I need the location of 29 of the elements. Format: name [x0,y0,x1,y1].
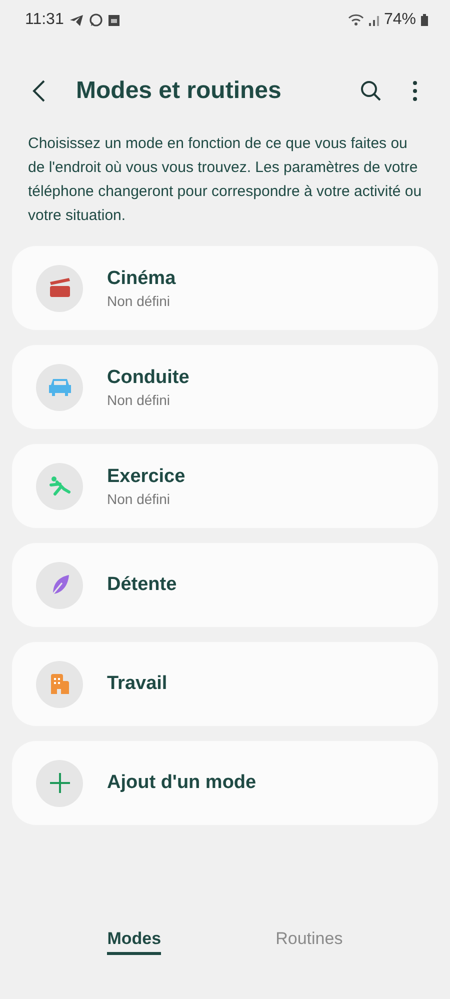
mode-name: Ajout d'un mode [107,772,256,794]
page-title: Modes et routines [76,77,282,105]
mode-card[interactable]: Cinéma Non défini [12,246,438,330]
mode-card[interactable]: Conduite Non défini [12,345,438,429]
bottom-tab[interactable]: Modes [107,929,162,955]
mode-name: Cinéma [107,268,176,290]
chat-bubble-icon [88,13,103,27]
description-text: Choisissez un mode en fonction de ce que vous faites ou de l'endroit où vous vous trouvez. Les paramètres de votre téléphone changeront pour correspondre à votre activité ou votre situation. [28,134,423,226]
calendar-icon [108,14,120,26]
more-options-icon[interactable] [412,80,418,102]
battery-percent: 74% [384,11,416,29]
mode-card[interactable]: Travail [12,642,438,726]
mode-card[interactable]: Détente [12,543,438,627]
back-icon[interactable] [32,79,46,103]
mode-name: Détente [107,574,177,596]
mode-name: Travail [107,673,168,695]
mode-status: Non défini [107,490,172,506]
mode-card[interactable]: Ajout d'un mode [12,741,438,825]
signal-icon [368,14,379,26]
wifi-icon [348,14,364,26]
mode-status: Non défini [107,392,172,408]
send-icon [68,14,84,26]
mode-status: Non défini [107,292,172,308]
search-icon[interactable] [360,80,382,102]
battery-icon [421,14,428,26]
mode-name: Conduite [107,366,190,388]
status-time: 11:31 [25,11,64,29]
mode-name: Exercice [107,466,186,488]
mode-card[interactable]: Exercice Non défini [12,444,438,528]
